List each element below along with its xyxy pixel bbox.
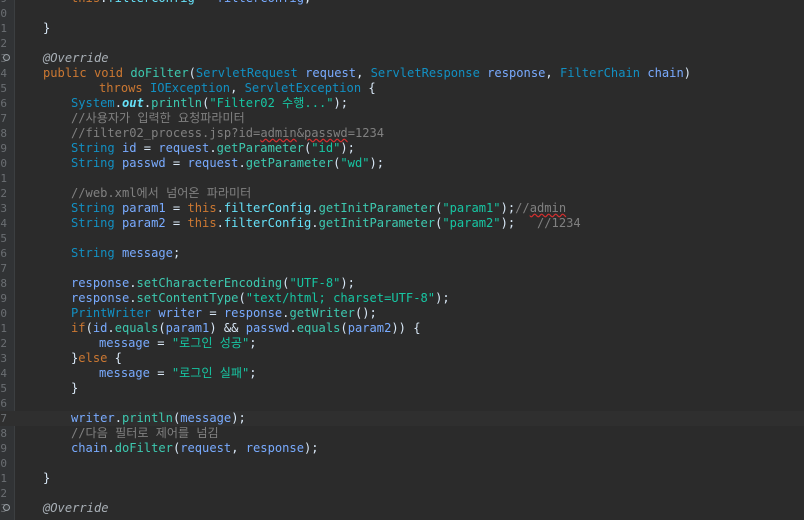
line-number: 4 — [0, 367, 7, 380]
line-number: 1 — [0, 322, 7, 335]
line-number: 8 — [0, 127, 7, 140]
line-number: 9 — [0, 292, 7, 305]
line-number: 1 — [0, 472, 7, 485]
code-line: PrintWriter writer = response.getWriter(… — [71, 306, 377, 320]
line-number: 0 — [0, 457, 7, 470]
comment: //web.xml에서 넘어온 파라미터 — [71, 186, 252, 200]
line-number: 2 — [0, 187, 7, 200]
line-number: 5 — [0, 382, 7, 395]
code-line: String id = request.getParameter("id"); — [71, 141, 355, 155]
line-number: 9 — [0, 442, 7, 455]
code-line: public void doFilter(ServletRequest requ… — [43, 66, 692, 80]
code-line: response.setCharacterEncoding("UTF-8"); — [71, 276, 355, 290]
line-number: 4 — [0, 217, 7, 230]
code-line: } — [71, 381, 79, 395]
code-editor[interactable]: 9this.filterConfig = filterConfig; 0 1} … — [0, 0, 804, 520]
current-line: 7 writer.println(message); — [0, 411, 804, 426]
code-line: throws IOException, ServletException { — [99, 81, 376, 95]
line-number: 6 — [0, 97, 7, 110]
comment: //다음 필터로 제어를 넘김 — [71, 426, 219, 440]
code-line: message = "로그인 성공"; — [99, 336, 257, 350]
line-number: 5 — [0, 232, 7, 245]
code-line: message = "로그인 실패"; — [99, 366, 257, 380]
annotation: @Override — [43, 51, 109, 65]
line-number: 6 — [0, 397, 7, 410]
line-number: 2 — [0, 487, 7, 500]
line-number: 9 — [0, 142, 7, 155]
code-line: chain.doFilter(request, response); — [71, 441, 319, 455]
line-number: 2 — [0, 337, 7, 350]
code-line: System.out.println("Filter02 수행..."); — [71, 96, 349, 110]
line-number: 7 — [0, 112, 7, 125]
fold-toggle-icon[interactable] — [3, 504, 10, 511]
code-line: String param1 = this.filterConfig.getIni… — [71, 201, 567, 215]
code-line: } — [43, 471, 51, 485]
line-number: 5 — [0, 82, 7, 95]
line-number: 0 — [0, 157, 7, 170]
line-number: 6 — [0, 247, 7, 260]
line-number: 7 — [0, 262, 7, 275]
line-number: 4 — [0, 67, 7, 80]
line-number: 7 — [0, 412, 7, 425]
line-number: 8 — [0, 277, 7, 290]
line-number: 8 — [0, 427, 7, 440]
code-line: }else { — [71, 351, 122, 365]
comment: //사용자가 입력한 요청파라미터 — [71, 111, 245, 125]
code-lines: 9this.filterConfig = filterConfig; 0 1} … — [0, 0, 804, 516]
line-number: 2 — [0, 37, 7, 50]
fold-toggle-icon[interactable] — [3, 54, 10, 61]
code-line: writer.println(message); — [71, 411, 246, 425]
annotation: @Override — [43, 501, 109, 515]
code-line: } — [43, 21, 51, 35]
code-line: String param2 = this.filterConfig.getIni… — [71, 216, 581, 230]
comment: //filter02_process.jsp?id=admin&passwd=1… — [71, 126, 385, 140]
line-number: 3 — [0, 352, 7, 365]
code-line: if(id.equals(param1) && passwd.equals(pa… — [71, 321, 421, 335]
code-line: String message; — [71, 246, 181, 260]
line-number: 1 — [0, 172, 7, 185]
line-number: 1 — [0, 22, 7, 35]
code-line: String passwd = request.getParameter("wd… — [71, 156, 385, 170]
code-line: response.setContentType("text/html; char… — [71, 291, 450, 305]
line-number: 0 — [0, 307, 7, 320]
line-number: 3 — [0, 202, 7, 215]
line-number: 0 — [0, 7, 7, 20]
